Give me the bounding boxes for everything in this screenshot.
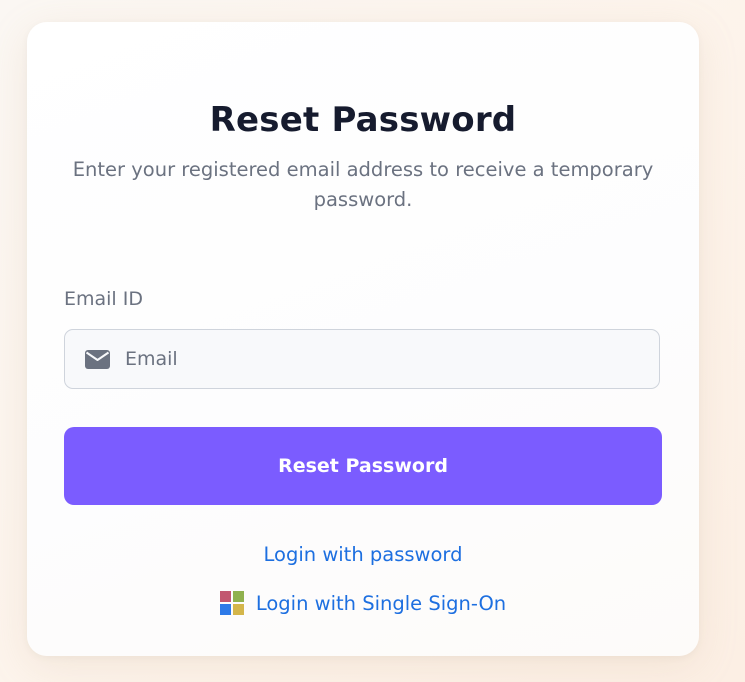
login-with-sso-link[interactable]: Login with Single Sign-On xyxy=(27,591,699,615)
email-field-label: Email ID xyxy=(64,288,143,310)
login-sso-label: Login with Single Sign-On xyxy=(255,591,507,615)
page-title: Reset Password xyxy=(209,100,517,140)
login-with-password-link[interactable]: Login with password xyxy=(27,543,699,566)
envelope-icon xyxy=(85,350,110,369)
email-field[interactable] xyxy=(64,329,660,389)
reset-password-button[interactable]: Reset Password xyxy=(64,427,662,505)
microsoft-logo-icon xyxy=(219,591,244,615)
page-subtitle: Enter your registered email address to r… xyxy=(72,158,654,211)
email-input[interactable] xyxy=(125,330,645,388)
reset-password-card: Reset Password Enter your registered ema… xyxy=(27,22,699,656)
